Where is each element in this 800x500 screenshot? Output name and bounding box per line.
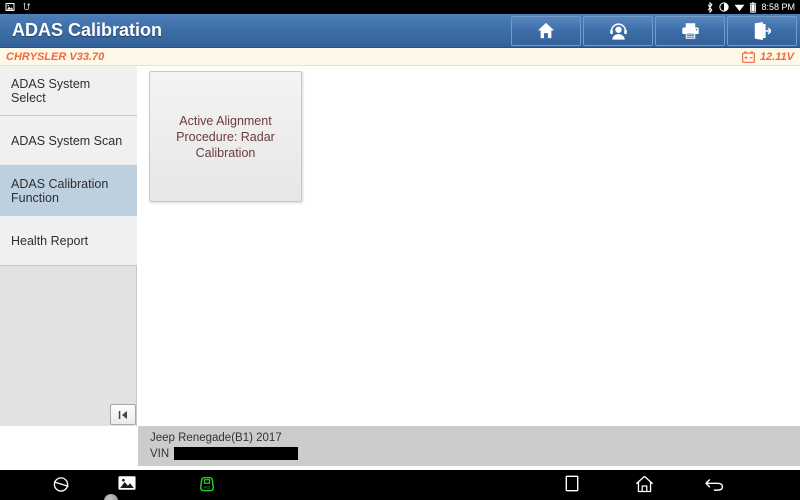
version-voltage-bar: CHRYSLER V33.70 12.11V [0,48,800,66]
printer-icon [681,22,699,39]
touch-indicator-dot [104,494,118,500]
sidebar-item-adas-calibration-function[interactable]: ADAS Calibration Function [0,166,137,216]
globe-icon [53,477,69,492]
bluetooth-icon [708,1,713,13]
vehicle-info-bar: Jeep Renegade(B1) 2017 VIN [138,426,800,466]
home-icon[interactable] [635,475,654,493]
sidebar-item-health-report[interactable]: Health Report [0,216,137,266]
battery-icon [750,1,757,13]
wifi-icon [735,4,745,11]
status-bar-clock: 8:58 PM [761,1,795,12]
home-button[interactable] [511,15,581,46]
browser-icon[interactable] [52,475,70,493]
screenshot-icon [5,3,15,11]
sidebar-item-adas-system-scan[interactable]: ADAS System Scan [0,116,137,166]
exit-door-icon [754,21,771,40]
vci-icon[interactable]: VCI [198,475,216,493]
function-card-label: Active Alignment Procedure: Radar Calibr… [176,113,275,160]
headset-person-icon [609,22,627,40]
page-title: ADAS Calibration [12,20,163,40]
support-button[interactable] [583,15,653,46]
gallery-icon[interactable] [118,475,136,491]
photo-icon [118,476,136,490]
function-grid: Active Alignment Procedure: Radar Calibr… [138,66,800,432]
vin-label: VIN [150,447,170,460]
status-bar-left-icons [5,2,32,12]
app-title-bar: ADAS Calibration [0,14,800,48]
sidebar-item-label: ADAS System Select [11,76,91,105]
car-battery-icon [742,51,755,63]
exit-button[interactable] [727,15,797,46]
home-icon [537,22,555,39]
vin-row: VIN [150,447,299,460]
square-icon [565,475,579,492]
android-status-bar: 8:58 PM [0,0,800,14]
print-button[interactable] [655,15,725,46]
android-nav-bar: VCI [0,470,800,500]
sidebar-menu: ADAS System Select ADAS System Scan ADAS… [0,66,137,426]
sidebar-item-label: Health Report [11,233,89,248]
home-outline-icon [635,475,654,493]
function-card-radar-calibration[interactable]: Active Alignment Procedure: Radar Calibr… [149,71,302,202]
collapse-left-icon [118,410,127,419]
collapse-sidebar-button[interactable] [110,404,136,425]
vehicle-version-label: CHRYSLER V33.70 [6,50,105,63]
svg-text:VCI: VCI [204,485,211,490]
usb-icon [23,2,30,10]
status-bar-right-icons: 8:58 PM [706,1,795,13]
vehicle-name: Jeep Renegade(B1) 2017 [150,432,282,444]
brightness-icon [719,2,730,12]
sidebar-item-label: ADAS System Scan [11,133,123,148]
battery-voltage-value: 12.11V [759,50,794,63]
sidebar-item-adas-system-select[interactable]: ADAS System Select [0,66,137,116]
toolbar-buttons [511,15,800,46]
sidebar-item-label: ADAS Calibration Function [11,176,109,205]
recents-icon[interactable] [565,475,579,492]
voltage-indicator: 12.11V [742,51,794,63]
back-icon[interactable] [705,475,724,492]
back-arrow-icon [705,479,724,491]
vci-connector-icon: VCI [199,476,215,492]
tablet-screen: 8:58 PM ADAS Calibration CHRYSLER V33.70… [0,0,800,500]
vin-redacted-value [174,447,299,460]
